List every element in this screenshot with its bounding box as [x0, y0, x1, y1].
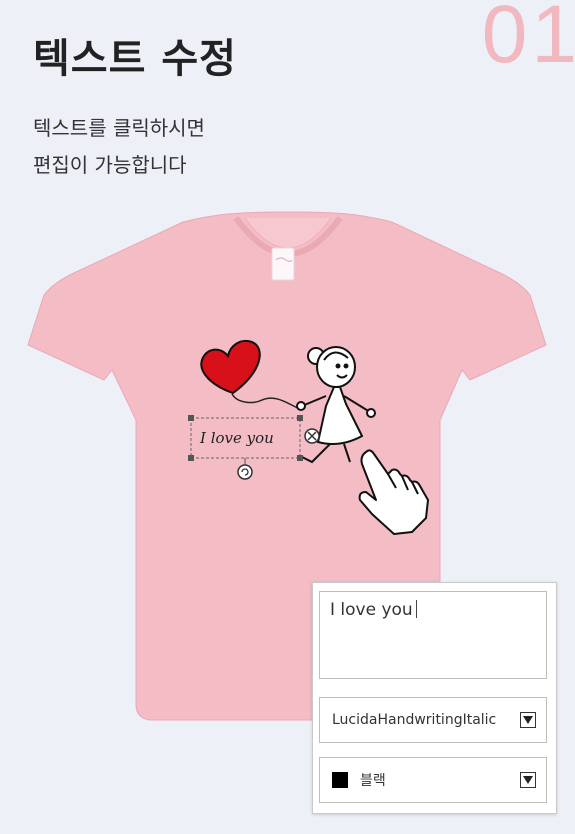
- color-select[interactable]: 블랙: [319, 757, 547, 803]
- page-title: 텍스트 수정: [33, 36, 237, 82]
- description-line-2: 편집이 가능합니다: [33, 153, 187, 177]
- color-swatch-icon: [332, 772, 348, 788]
- text-caret: [415, 600, 417, 618]
- description: 텍스트를 클릭하시면 편집이 가능합니다: [33, 110, 205, 184]
- design-text[interactable]: I love you: [199, 429, 274, 447]
- text-editor-panel: I love you LucidaHandwritingItalic 블랙: [312, 582, 557, 814]
- font-select-value: LucidaHandwritingItalic: [332, 712, 497, 728]
- text-input-value: I love you: [330, 600, 413, 620]
- color-select-value: 블랙: [360, 773, 386, 789]
- step-number: 01: [481, 0, 575, 80]
- chevron-down-icon[interactable]: [520, 712, 536, 728]
- text-input[interactable]: I love you: [319, 591, 547, 679]
- chevron-down-icon[interactable]: [520, 772, 536, 788]
- neck-label: [271, 247, 295, 281]
- description-line-1: 텍스트를 클릭하시면: [33, 116, 205, 140]
- delete-handle-icon[interactable]: [304, 428, 320, 444]
- font-select[interactable]: LucidaHandwritingItalic: [319, 697, 547, 743]
